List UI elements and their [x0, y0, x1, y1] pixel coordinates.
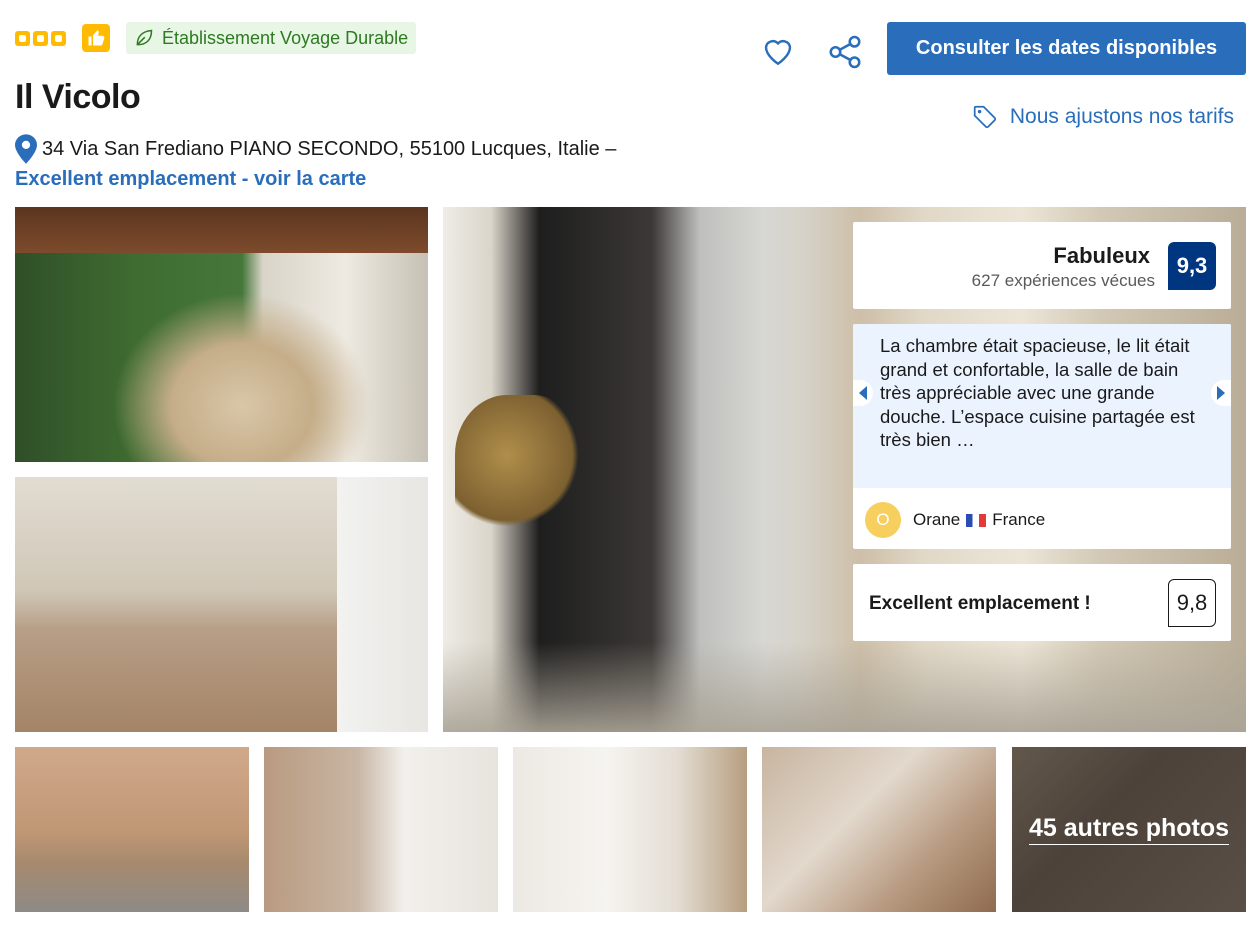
reviewer-info: O Orane France — [865, 502, 1045, 538]
photo-bathroom[interactable] — [15, 477, 428, 732]
sustainable-badge[interactable]: Établissement Voyage Durable — [126, 22, 417, 54]
address-row: 34 Via San Frediano PIANO SECONDO, 55100… — [15, 134, 616, 164]
price-match-link[interactable]: Nous ajustons nos tarifs — [972, 104, 1234, 130]
price-tag-icon — [973, 105, 996, 129]
rating-label: Fabuleux — [1053, 243, 1150, 268]
star-rating — [15, 30, 66, 46]
leaf-icon — [136, 29, 153, 46]
star-icon — [15, 30, 30, 46]
more-photos-overlay[interactable]: 45 autres photos — [1012, 747, 1246, 912]
badges-row: Établissement Voyage Durable — [15, 22, 417, 54]
chevron-left-icon — [859, 386, 867, 400]
location-score-card[interactable]: Excellent emplacement ! 9,8 — [853, 564, 1231, 641]
review-next-button[interactable] — [1211, 380, 1231, 406]
sustainable-label: Établissement Voyage Durable — [162, 27, 409, 48]
chevron-right-icon — [1217, 386, 1225, 400]
thumbnail-photo[interactable] — [15, 747, 249, 912]
location-label: Excellent emplacement ! — [869, 593, 1091, 614]
thumbnail-photo[interactable] — [264, 747, 498, 912]
avatar: O — [865, 502, 901, 538]
review-text: La chambre était spacieuse, le lit était… — [880, 335, 1195, 450]
review-quote: La chambre était spacieuse, le lit était… — [853, 324, 1231, 488]
share-button[interactable] — [826, 33, 864, 71]
photo-window-handle — [455, 395, 585, 545]
reviewer-name: Orane — [913, 510, 961, 529]
photo-bedroom[interactable] — [15, 207, 428, 462]
hotel-title: Il Vicolo — [15, 78, 141, 116]
review-count: 627 expériences vécues — [971, 271, 1155, 290]
reviewer-country: France — [992, 510, 1046, 529]
price-match-label: Nous ajustons nos tarifs — [1009, 105, 1234, 128]
map-pin-icon — [15, 134, 37, 164]
share-icon — [829, 35, 861, 69]
france-flag-icon — [966, 513, 987, 527]
location-score-badge: 9,8 — [1168, 579, 1216, 627]
save-favorite-button[interactable] — [760, 33, 796, 69]
thumbnail-photo[interactable] — [762, 747, 996, 912]
more-photos-label: 45 autres photos — [1028, 814, 1230, 845]
more-photos-thumbnail[interactable]: 45 autres photos — [1012, 747, 1246, 912]
thumbnail-photo[interactable] — [513, 747, 747, 912]
star-icon — [33, 30, 48, 46]
map-link[interactable]: Excellent emplacement - voir la carte — [15, 168, 366, 191]
check-availability-button[interactable]: Consulter les dates disponibles — [887, 22, 1246, 75]
rating-card[interactable]: Fabuleux 627 expériences vécues 9,3 — [853, 222, 1231, 309]
rating-score-badge: 9,3 — [1168, 242, 1216, 290]
heart-icon — [764, 40, 792, 66]
thumbs-up-icon[interactable] — [82, 24, 110, 52]
star-icon — [51, 30, 66, 46]
review-card: La chambre était spacieuse, le lit était… — [853, 324, 1231, 549]
address-text: 34 Via San Frediano PIANO SECONDO, 55100… — [42, 137, 617, 160]
